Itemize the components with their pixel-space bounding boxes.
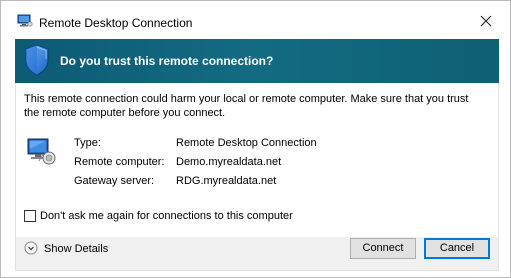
dont-ask-again-label[interactable]: Don't ask me again for connections to th… xyxy=(40,210,293,222)
show-details-label[interactable]: Show Details xyxy=(44,243,108,255)
dialog-content: This remote connection could harm your l… xyxy=(15,83,499,237)
gateway-server-value: RDG.myrealdata.net xyxy=(176,175,277,187)
connect-button[interactable]: Connect xyxy=(350,238,416,259)
expand-details-icon xyxy=(24,241,38,255)
close-icon xyxy=(480,15,492,27)
window-title: Remote Desktop Connection xyxy=(39,16,193,30)
gateway-server-label: Gateway server: xyxy=(74,175,155,187)
shield-icon xyxy=(23,43,51,77)
type-value: Remote Desktop Connection xyxy=(176,137,317,149)
remote-computer-value: Demo.myrealdata.net xyxy=(176,156,282,168)
remote-desktop-dialog: Remote Desktop Connection Do you trust t… xyxy=(0,0,511,278)
cancel-button[interactable]: Cancel xyxy=(424,238,490,259)
remote-desktop-icon xyxy=(17,14,33,28)
remote-computer-label: Remote computer: xyxy=(74,156,165,168)
warning-message: This remote connection could harm your l… xyxy=(24,93,469,119)
banner-heading: Do you trust this remote connection? xyxy=(60,54,274,68)
close-button[interactable] xyxy=(476,11,496,31)
title-bar: Remote Desktop Connection xyxy=(1,1,510,39)
type-label: Type: xyxy=(74,137,101,149)
rdp-connection-icon xyxy=(26,135,58,167)
trust-banner: Do you trust this remote connection? xyxy=(15,39,499,83)
dialog-footer: Show Details Connect Cancel xyxy=(15,237,499,271)
dont-ask-again-checkbox[interactable] xyxy=(24,210,36,222)
